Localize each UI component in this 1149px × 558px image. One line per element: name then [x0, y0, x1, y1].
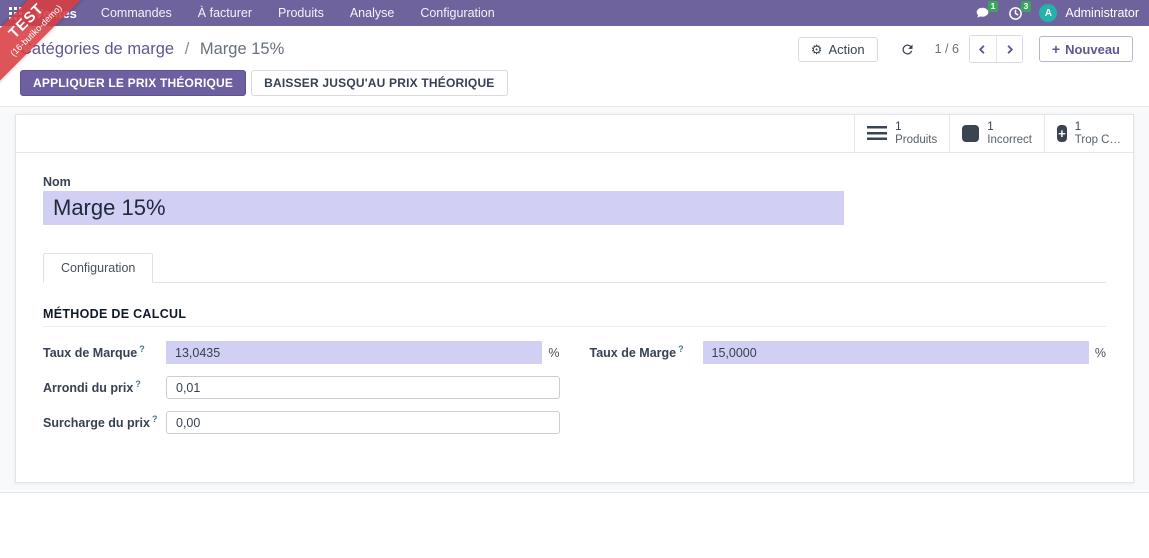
stat-button-trop-cher[interactable]: + 1 Trop C… — [1044, 115, 1133, 152]
nav-app-name[interactable]: Ventes — [35, 6, 77, 21]
form-sheet: 1 Produits 1 Incorrect + 1 Trop C… Nom M… — [15, 114, 1134, 483]
name-field-label: Nom — [43, 175, 71, 189]
gear-icon: ⚙ — [810, 41, 823, 57]
stat-button-incorrect[interactable]: 1 Incorrect — [949, 115, 1044, 152]
control-panel-buttons: ⚙ Action 1 / 6 + Nouveau — [797, 35, 1133, 63]
plus-icon: + — [1051, 41, 1061, 57]
list-icon — [867, 126, 888, 141]
help-icon[interactable]: ? — [135, 379, 141, 389]
square-icon — [962, 125, 980, 142]
user-avatar[interactable]: A — [1039, 4, 1058, 22]
stat-label: Trop C… — [1074, 133, 1121, 146]
nav-item-produits[interactable]: Produits — [278, 6, 324, 20]
surcharge-input[interactable] — [166, 411, 560, 434]
user-name[interactable]: Administrator — [1065, 6, 1139, 20]
group-left-column: Taux de Marque? % Arrondi du prix? Surch… — [43, 341, 560, 446]
stat-button-produits[interactable]: 1 Produits — [854, 115, 950, 152]
top-navbar: Ventes Commandes À facturer Produits Ana… — [0, 0, 1149, 26]
chevron-left-icon — [979, 44, 985, 54]
arrondi-label: Arrondi du prix — [43, 381, 134, 396]
group-right-column: Taux de Marge? % — [589, 341, 1106, 446]
nav-menu: Commandes À facturer Produits Analyse Co… — [101, 6, 495, 20]
stat-button-row: 1 Produits 1 Incorrect + 1 Trop C… — [16, 115, 1133, 153]
action-button[interactable]: ⚙ Action — [797, 36, 878, 62]
arrondi-input[interactable] — [166, 376, 560, 399]
lower-to-theoretical-price-button[interactable]: BAISSER JUSQU'AU PRIX THÉORIQUE — [251, 70, 508, 96]
section-title: MÉTHODE DE CALCUL — [43, 307, 1106, 327]
stat-value: 1 — [987, 120, 994, 133]
tab-configuration[interactable]: Configuration — [43, 253, 154, 283]
pager — [968, 35, 1023, 63]
taux-marge-input[interactable] — [702, 341, 1089, 364]
field-taux-de-marque: Taux de Marque? % — [43, 341, 560, 364]
surcharge-label: Surcharge du prix — [43, 416, 150, 431]
systray: 1 3 A Administrator — [973, 1, 1139, 22]
stat-label: Incorrect — [987, 133, 1032, 146]
record-action-buttons: APPLIQUER LE PRIX THÉORIQUE BAISSER JUSQ… — [0, 70, 1149, 106]
help-icon[interactable]: ? — [678, 344, 684, 354]
activities-badge: 3 — [1020, 1, 1032, 12]
chevron-right-icon — [1007, 44, 1013, 54]
stat-label: Produits — [895, 133, 938, 146]
content-area: 1 Produits 1 Incorrect + 1 Trop C… Nom M… — [0, 107, 1149, 493]
field-arrondi-du-prix: Arrondi du prix? — [43, 376, 560, 399]
messages-badge: 1 — [987, 1, 999, 12]
nav-item-commandes[interactable]: Commandes — [101, 6, 172, 20]
new-record-button[interactable]: + Nouveau — [1038, 36, 1133, 62]
notebook-tabs: Configuration — [43, 253, 1106, 283]
help-icon[interactable]: ? — [152, 414, 158, 424]
nav-item-analyse[interactable]: Analyse — [350, 6, 394, 20]
nav-item-a-facturer[interactable]: À facturer — [198, 6, 252, 20]
taux-marque-label: Taux de Marque — [43, 346, 138, 361]
nav-item-configuration[interactable]: Configuration — [420, 6, 494, 20]
plus-square-icon: + — [1057, 125, 1067, 142]
breadcrumb-current: Marge 15% — [199, 39, 285, 58]
pager-previous-button[interactable] — [969, 36, 996, 62]
refresh-button[interactable] — [900, 42, 915, 57]
new-button-label: Nouveau — [1065, 41, 1120, 57]
calculation-method-section: MÉTHODE DE CALCUL Taux de Marque? % Arro… — [43, 307, 1106, 446]
taux-marge-label: Taux de Marge — [589, 346, 677, 361]
messages-icon[interactable]: 1 — [973, 1, 999, 21]
field-surcharge-du-prix: Surcharge du prix? — [43, 411, 560, 434]
name-input[interactable] — [43, 191, 844, 225]
stat-value: 1 — [895, 120, 902, 133]
pager-next-button[interactable] — [995, 36, 1022, 62]
apply-theoretical-price-button[interactable]: APPLIQUER LE PRIX THÉORIQUE — [20, 70, 247, 96]
control-panel: Catégories de marge / Marge 15% ⚙ Action… — [0, 26, 1149, 107]
apps-grid-icon[interactable] — [9, 6, 22, 20]
breadcrumb: Catégories de marge / Marge 15% — [20, 40, 284, 59]
percent-suffix: % — [1094, 345, 1106, 360]
percent-suffix: % — [548, 345, 560, 360]
activities-icon[interactable]: 3 — [1006, 1, 1032, 21]
field-taux-de-marge: Taux de Marge? % — [589, 341, 1106, 364]
breadcrumb-separator: / — [184, 39, 190, 58]
pager-value[interactable]: 1 / 6 — [935, 42, 959, 56]
taux-marque-input[interactable] — [166, 341, 543, 364]
refresh-icon — [902, 43, 913, 54]
help-icon[interactable]: ? — [139, 344, 145, 354]
action-button-label: Action — [828, 41, 865, 57]
stat-value: 1 — [1074, 120, 1082, 133]
breadcrumb-parent-link[interactable]: Catégories de marge — [20, 40, 174, 58]
